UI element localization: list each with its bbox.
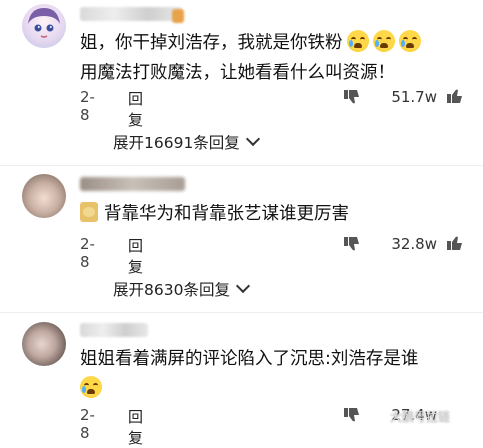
chevron-down-icon bbox=[235, 278, 251, 294]
comment-text: 姐，你干掉刘浩存，我就是你铁粉 bbox=[80, 29, 421, 58]
like-count: 32.8w bbox=[391, 235, 437, 253]
comment-text: 姐姐看着满屏的评论陷入了沉思:刘浩存是谁 bbox=[80, 349, 419, 369]
like-icon[interactable] bbox=[446, 87, 464, 105]
dislike-icon[interactable] bbox=[343, 88, 361, 106]
crying-laughing-emoji-icon bbox=[372, 30, 395, 52]
blurred-username bbox=[80, 323, 148, 337]
avatar[interactable] bbox=[22, 174, 66, 218]
reply-button[interactable]: 回复 bbox=[128, 406, 143, 448]
comment-text-line2 bbox=[80, 375, 102, 404]
crying-laughing-emoji-icon bbox=[398, 30, 421, 52]
crying-laughing-emoji-icon bbox=[346, 30, 369, 52]
divider bbox=[0, 312, 483, 313]
avatar[interactable] bbox=[22, 322, 66, 366]
anime-avatar-icon bbox=[28, 8, 60, 38]
divider bbox=[0, 165, 483, 166]
comment-text: 背靠华为和背靠张艺谋谁更厉害 bbox=[80, 200, 349, 229]
cat-sticker-icon bbox=[80, 202, 98, 222]
like-icon[interactable] bbox=[446, 234, 464, 252]
blurred-username bbox=[80, 7, 182, 21]
comment-date: 2-8 bbox=[80, 88, 95, 124]
comment-date: 2-8 bbox=[80, 235, 95, 271]
expand-replies-button[interactable]: 展开16691条回复 bbox=[113, 131, 260, 153]
dislike-icon[interactable] bbox=[343, 235, 361, 253]
expand-replies-button[interactable]: 展开8630条回复 bbox=[113, 278, 251, 300]
dislike-icon[interactable] bbox=[343, 406, 361, 424]
comment-date: 2-8 bbox=[80, 406, 95, 442]
user-badge-icon bbox=[172, 9, 184, 23]
like-count: 51.7w bbox=[391, 88, 437, 106]
avatar[interactable] bbox=[22, 4, 66, 48]
crying-laughing-emoji-icon bbox=[80, 376, 102, 398]
chevron-down-icon bbox=[245, 131, 260, 147]
comment-text-line2: 用魔法打败魔法，让她看看什么叫资源！ bbox=[80, 63, 395, 83]
reply-button[interactable]: 回复 bbox=[128, 88, 143, 130]
blurred-username bbox=[80, 177, 185, 191]
watermark: 大鹏号拉链 bbox=[390, 410, 451, 424]
reply-button[interactable]: 回复 bbox=[128, 235, 143, 277]
